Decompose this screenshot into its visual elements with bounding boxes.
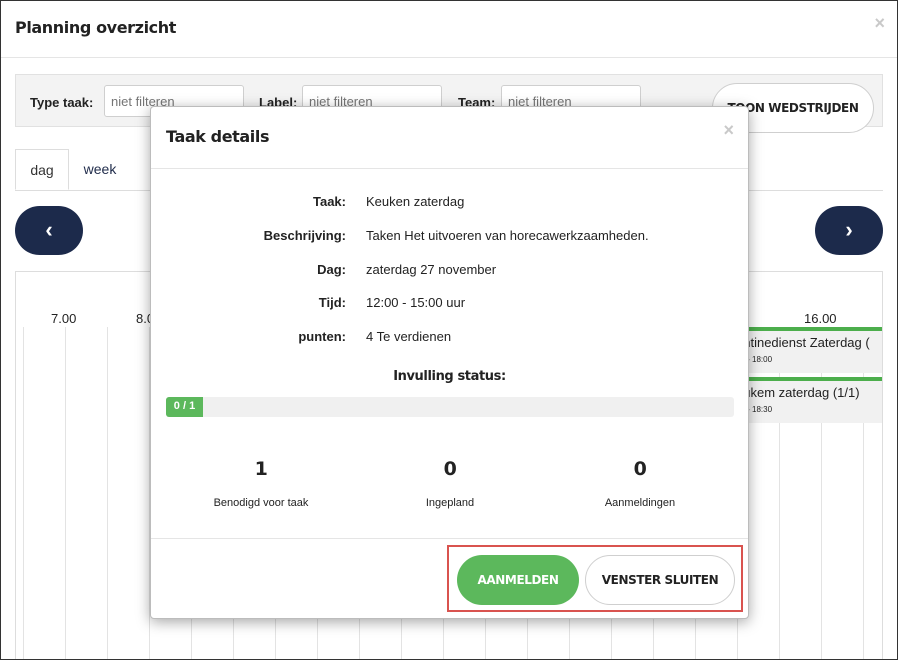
stat-aanmeldingen-label: Aanmeldingen	[604, 497, 676, 509]
hour-label: 7.00	[51, 311, 77, 326]
tab-week[interactable]: week	[73, 149, 127, 190]
calendar-event[interactable]: antinedienst Zaterdag ( 00 - 18:00	[736, 327, 882, 373]
next-button[interactable]: ›	[815, 206, 883, 255]
detail-value-punten: 4 Te verdienen	[366, 329, 452, 344]
calendar-event[interactable]: eukem zaterdag (1/1) 00 - 18:30	[736, 377, 882, 423]
detail-label-tijd: Tijd:	[318, 295, 346, 310]
modal-header: Taak details ×	[151, 107, 748, 169]
planning-window: Planning overzicht × Type taak: Label: T…	[0, 0, 898, 660]
detail-value-taak: Keuken zaterdag	[366, 194, 465, 209]
detail-label-beschrijving: Beschrijving:	[263, 228, 346, 243]
stat-ingepland-value: 0	[443, 458, 457, 480]
grid-line	[107, 327, 108, 659]
detail-value-beschrijving: Taken Het uitvoeren van horecawerkzaamhe…	[366, 228, 649, 243]
progress-text: 0 / 1	[173, 400, 196, 412]
window-title: Planning overzicht	[15, 18, 176, 37]
event-title: eukem zaterdag (1/1)	[736, 385, 860, 400]
aanmelden-button[interactable]: AANMELDEN	[457, 555, 579, 605]
stat-ingepland-label: Ingepland	[425, 497, 475, 509]
modal-title: Taak details	[166, 127, 270, 146]
stat-benodigd-label: Benodigd voor taak	[213, 497, 309, 509]
invulling-status-title: Invulling status:	[393, 369, 506, 384]
detail-label-punten: punten:	[298, 329, 346, 344]
tab-dag[interactable]: dag	[15, 149, 69, 190]
window-close-icon[interactable]: ×	[874, 13, 885, 34]
taak-details-modal: Taak details × Taak: Keuken zaterdag Bes…	[150, 106, 749, 619]
stat-benodigd-value: 1	[254, 458, 268, 480]
venster-sluiten-button[interactable]: VENSTER SLUITEN	[585, 555, 735, 605]
invulling-progress-bar: 0 / 1	[166, 397, 734, 417]
hour-label: 16.00	[804, 311, 837, 326]
event-title: antinedienst Zaterdag (	[736, 335, 870, 350]
prev-button[interactable]: ‹	[15, 206, 83, 255]
chevron-left-icon: ‹	[45, 217, 53, 242]
detail-label-taak: Taak:	[313, 194, 346, 209]
modal-footer: AANMELDEN VENSTER SLUITEN	[151, 538, 748, 619]
stat-aanmeldingen-value: 0	[633, 458, 647, 480]
grid-line	[65, 327, 66, 659]
type-taak-label: Type taak:	[30, 95, 94, 110]
detail-value-dag: zaterdag 27 november	[366, 262, 497, 277]
modal-close-icon[interactable]: ×	[723, 120, 734, 141]
window-header: Planning overzicht ×	[1, 1, 897, 58]
detail-value-tijd: 12:00 - 15:00 uur	[366, 295, 466, 310]
chevron-right-icon: ›	[845, 217, 853, 242]
grid-line	[23, 327, 24, 659]
detail-label-dag: Dag:	[317, 262, 346, 277]
